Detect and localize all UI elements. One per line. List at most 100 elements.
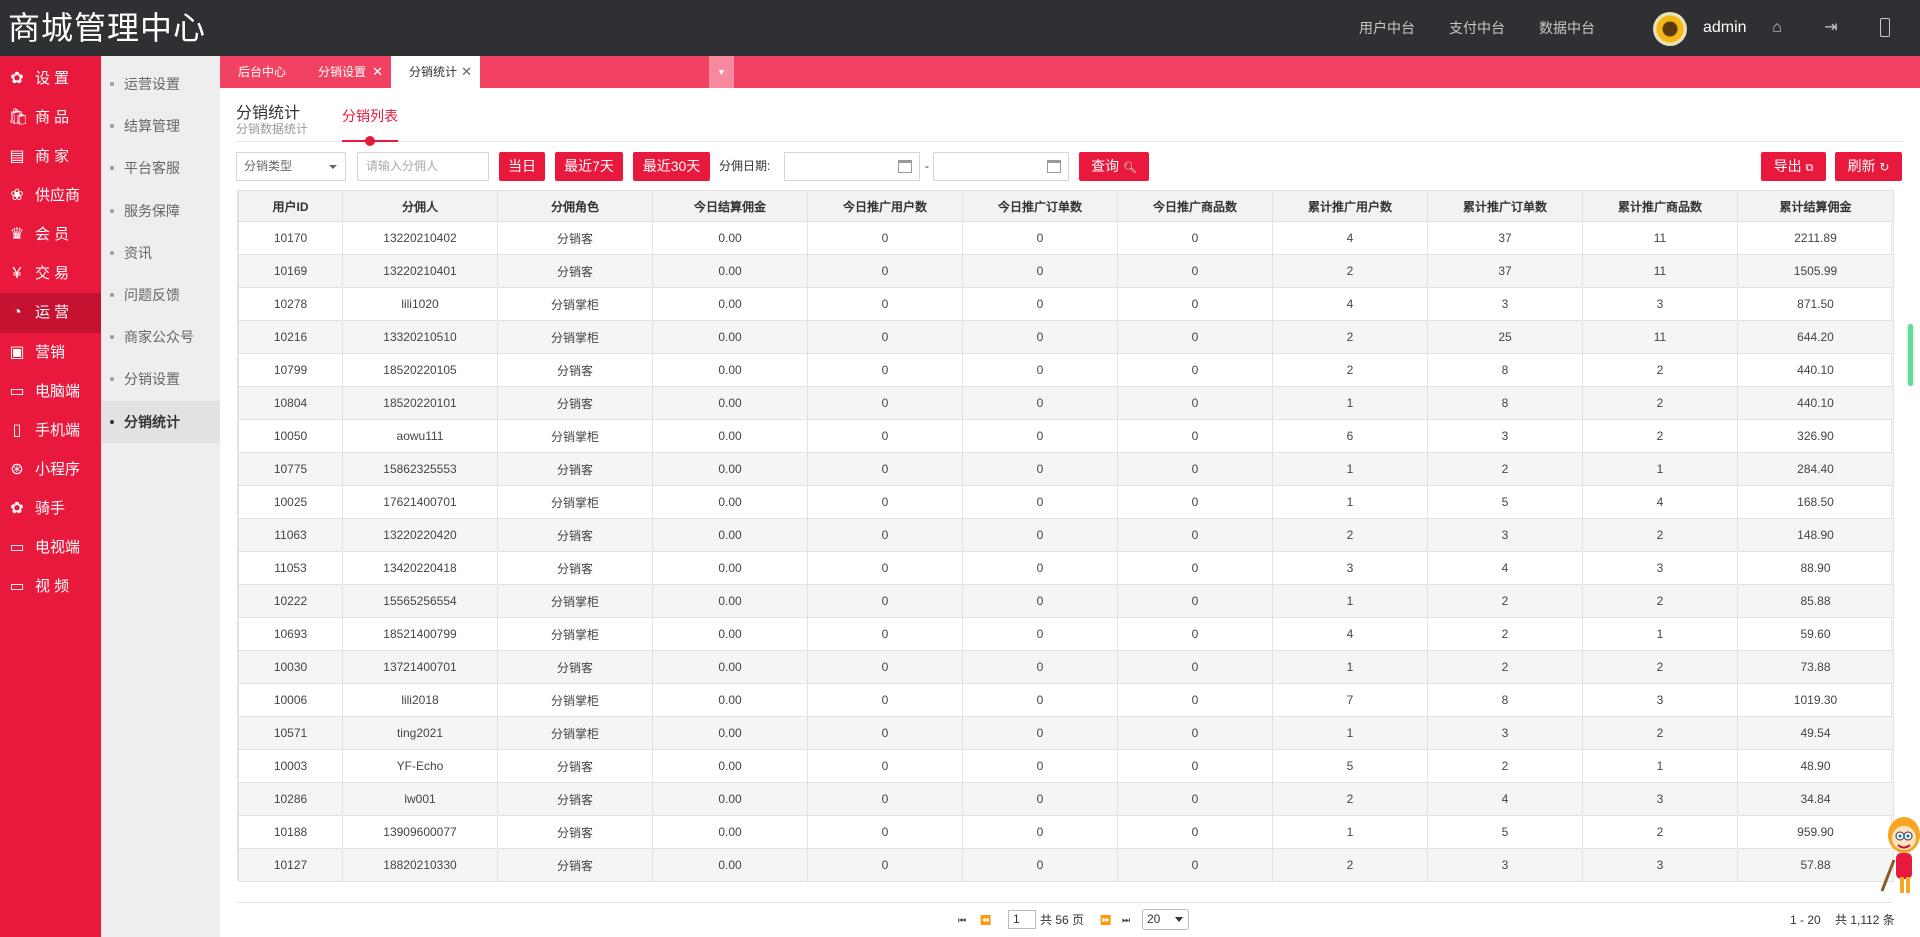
subnav-item[interactable]: 分销统计 — [101, 400, 220, 443]
table-row[interactable]: 10216 13320210510 分销掌柜 0.00 0 0 0 2 25 11 644.20 — [238, 320, 1894, 354]
end-date-input[interactable] — [933, 152, 1069, 181]
sidebar-item-mobile[interactable]: ▯ 手机端 — [0, 411, 101, 451]
username[interactable]: admin — [1703, 0, 1747, 56]
table-row[interactable]: 10286 lw001 分销客 0.00 0 0 0 2 4 3 34.84 — [238, 782, 1894, 816]
column-header[interactable]: 累计推广商品数 — [1582, 190, 1738, 222]
last-7-days-button[interactable]: 最近7天 — [555, 152, 623, 181]
home-icon[interactable]: ⌂ — [1766, 0, 1788, 56]
calendar-icon[interactable] — [898, 160, 912, 173]
table-cell: 0 — [1117, 320, 1273, 354]
table-row[interactable]: 10222 15565256554 分销掌柜 0.00 0 0 0 1 2 2 85.88 — [238, 584, 1894, 618]
table-row[interactable]: 10170 13220210402 分销客 0.00 0 0 0 4 37 11 2211.89 — [238, 221, 1894, 255]
column-header[interactable]: 分佣人 — [342, 190, 498, 222]
sidebar-item-store[interactable]: ▤ 商 家 — [0, 137, 101, 177]
sidebar-item-basket[interactable]: 🛍 商 品 — [0, 98, 101, 138]
column-header[interactable]: 累计结算佣金 — [1737, 190, 1894, 222]
subnav-item[interactable]: 服务保障 — [101, 190, 220, 232]
avatar[interactable] — [1653, 12, 1687, 46]
sidebar-item-mini-program[interactable]: ⊛ 小程序 — [0, 450, 101, 490]
column-header[interactable]: 今日推广订单数 — [962, 190, 1118, 222]
table-row[interactable]: 11063 13220220420 分销客 0.00 0 0 0 2 3 2 148.90 — [238, 518, 1894, 552]
tab-more-button[interactable]: ▼ — [709, 56, 734, 88]
table-row[interactable]: 10188 13909600077 分销客 0.00 0 0 0 1 5 2 959.90 — [238, 815, 1894, 849]
column-header[interactable]: 累计推广用户数 — [1272, 190, 1428, 222]
logout-icon[interactable]: ⇥ — [1820, 0, 1842, 56]
refresh-button[interactable]: 刷新 ↻ — [1835, 152, 1902, 181]
table-cell: 0 — [1117, 551, 1273, 585]
distribution-type-select[interactable]: 分销类型 — [236, 152, 346, 181]
column-header[interactable]: 累计推广订单数 — [1427, 190, 1583, 222]
table-row[interactable]: 10025 17621400701 分销掌柜 0.00 0 0 0 1 5 4 168.50 — [238, 485, 1894, 519]
phone-icon[interactable] — [1874, 0, 1896, 56]
table-row[interactable]: 10571 ting2021 分销掌柜 0.00 0 0 0 1 3 2 49.54 — [238, 716, 1894, 750]
table-row[interactable]: 10127 18820210330 分销客 0.00 0 0 0 2 3 3 57.88 — [238, 848, 1894, 882]
column-header[interactable]: 今日结算佣金 — [652, 190, 808, 222]
mascot-image[interactable] — [1876, 805, 1920, 905]
last-30-days-button[interactable]: 最近30天 — [633, 152, 710, 181]
column-header[interactable]: 分佣角色 — [497, 190, 653, 222]
subnav-item[interactable]: 商家公众号 — [101, 316, 220, 358]
main-sidebar: ✿ 设 置 🛍 商 品 ▤ 商 家 ❀ 供应商 ♛ 会 员 ¥ 交 易 ◔ 运 营 ▣ 营销 ▭ 电脑端 ▯ 手机端 ⊛… — [0, 56, 101, 937]
sidebar-item-pie-chart[interactable]: ◔ 运 营 — [0, 293, 101, 333]
sidebar-item-marketing[interactable]: ▣ 营销 — [0, 333, 101, 373]
scrollbar-thumb[interactable] — [1908, 324, 1913, 386]
mini-program-icon: ⊛ — [10, 461, 24, 478]
sidebar-item-desktop[interactable]: ▭ 电脑端 — [0, 372, 101, 412]
table-cell: 0.00 — [652, 221, 808, 255]
sidebar-item-gear[interactable]: ✿ 设 置 — [0, 59, 101, 99]
commission-person-input[interactable]: 请输入分佣人 — [357, 152, 489, 181]
next-page-icon[interactable]: ⏩ — [1100, 910, 1111, 930]
table-row[interactable]: 10799 18520220105 分销客 0.00 0 0 0 2 8 2 440.10 — [238, 353, 1894, 387]
sidebar-item-tv[interactable]: ▭ 电视端 — [0, 528, 101, 568]
close-icon[interactable]: ✕ — [372, 56, 383, 88]
subnav-item[interactable]: 分销设置 — [101, 358, 220, 400]
table-row[interactable]: 10278 lili1020 分销掌柜 0.00 0 0 0 4 3 3 871.50 — [238, 287, 1894, 321]
tab-backend-center[interactable]: 后台中心 — [220, 56, 300, 88]
export-button[interactable]: 导出 ⧉ — [1761, 152, 1826, 181]
table-row[interactable]: 10003 YF-Echo 分销客 0.00 0 0 0 5 2 1 48.90 — [238, 749, 1894, 783]
last-page-icon[interactable]: ⏭ — [1122, 910, 1130, 930]
query-button[interactable]: 查询 🔍︎ — [1079, 152, 1149, 181]
table-row[interactable]: 10050 aowu111 分销掌柜 0.00 0 0 0 6 3 2 326.90 — [238, 419, 1894, 453]
sidebar-item-crown[interactable]: ♛ 会 员 — [0, 215, 101, 255]
column-header[interactable]: 用户ID — [238, 190, 343, 222]
table-row[interactable]: 10804 18520220101 分销客 0.00 0 0 0 1 8 2 440.10 — [238, 386, 1894, 420]
table-row[interactable]: 10775 15862325553 分销客 0.00 0 0 0 1 2 1 284.40 — [238, 452, 1894, 486]
first-page-icon[interactable]: ⏮ — [958, 910, 966, 930]
table-row[interactable]: 10693 18521400799 分销掌柜 0.00 0 0 0 4 2 1 59.60 — [238, 617, 1894, 651]
tab-distribution-settings[interactable]: 分销设置 ✕ — [300, 56, 391, 88]
tab-distribution-list[interactable]: 分销列表 — [342, 106, 398, 126]
today-button[interactable]: 当日 — [499, 152, 545, 181]
calendar-icon[interactable] — [1047, 160, 1061, 173]
page-size-select[interactable]: 20 — [1142, 909, 1189, 930]
sidebar-item-rider-gear[interactable]: ✿ 骑手 — [0, 489, 101, 529]
sidebar-item-label: 商 家 — [35, 148, 70, 165]
start-date-input[interactable] — [784, 152, 920, 181]
subnav-item[interactable]: 运营设置 — [101, 63, 220, 105]
table-cell: 0 — [962, 815, 1118, 849]
prev-page-icon[interactable]: ⏪ — [980, 910, 991, 930]
subnav-item[interactable]: 平台客服 — [101, 147, 220, 189]
close-icon[interactable]: ✕ — [461, 56, 472, 88]
table-cell: 分销掌柜 — [497, 683, 653, 717]
table-row[interactable]: 10169 13220210401 分销客 0.00 0 0 0 2 37 11 1505.99 — [238, 254, 1894, 288]
sidebar-item-supplier[interactable]: ❀ 供应商 — [0, 176, 101, 216]
table-cell: 10693 — [238, 617, 343, 651]
top-nav-data-center[interactable]: 数据中台 — [1539, 0, 1595, 56]
subnav-item[interactable]: 结算管理 — [101, 105, 220, 147]
sidebar-item-yen[interactable]: ¥ 交 易 — [0, 254, 101, 294]
page-number-input[interactable]: 1 — [1008, 910, 1036, 929]
column-header[interactable]: 今日推广用户数 — [807, 190, 963, 222]
table-row[interactable]: 10006 lili2018 分销掌柜 0.00 0 0 0 7 8 3 1019.30 — [238, 683, 1894, 717]
table-row[interactable]: 11053 13420220418 分销客 0.00 0 0 0 3 4 3 88.90 — [238, 551, 1894, 585]
sidebar-item-label: 电视端 — [35, 539, 81, 556]
tab-distribution-stats[interactable]: 分销统计 ✕ — [391, 56, 480, 88]
top-nav-user-center[interactable]: 用户中台 — [1359, 0, 1415, 56]
table-cell: 0 — [962, 617, 1118, 651]
column-header[interactable]: 今日推广商品数 — [1117, 190, 1273, 222]
top-nav-payment-center[interactable]: 支付中台 — [1449, 0, 1505, 56]
table-row[interactable]: 10030 13721400701 分销客 0.00 0 0 0 1 2 2 73.88 — [238, 650, 1894, 684]
subnav-item[interactable]: 资讯 — [101, 232, 220, 274]
subnav-item[interactable]: 问题反馈 — [101, 274, 220, 316]
sidebar-item-video[interactable]: ▭ 视 频 — [0, 567, 101, 607]
